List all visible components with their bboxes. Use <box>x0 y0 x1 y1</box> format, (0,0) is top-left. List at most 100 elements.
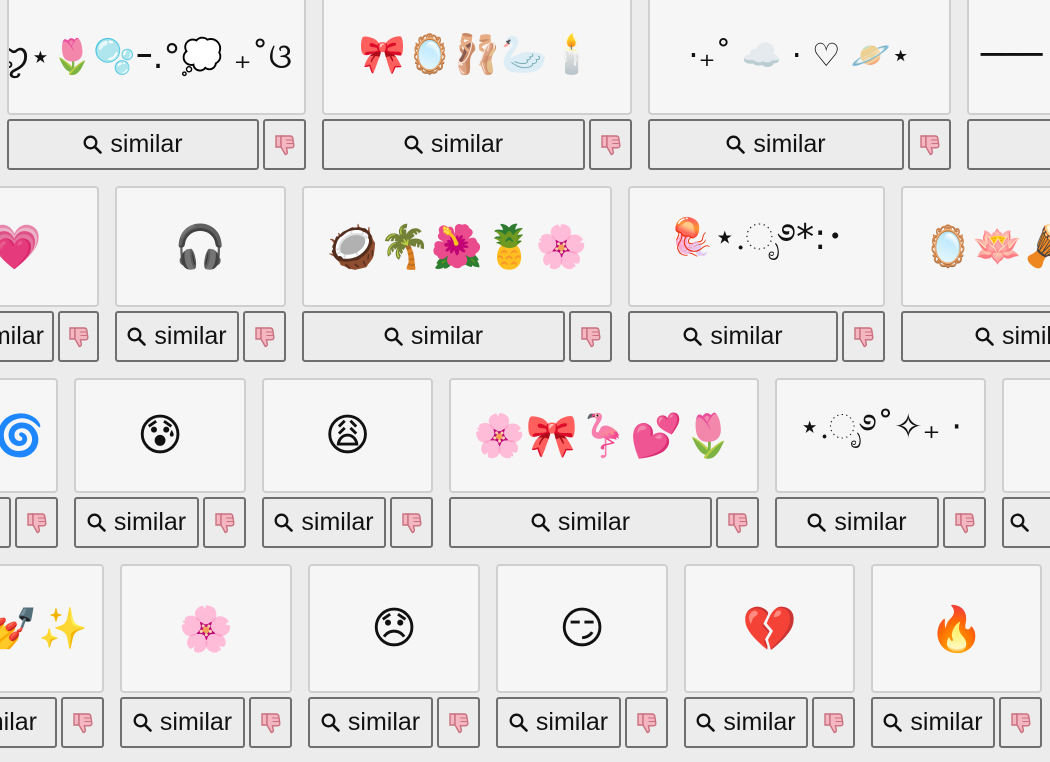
similar-button[interactable]: similar <box>7 119 259 170</box>
similar-button[interactable] <box>967 119 1050 170</box>
similar-button[interactable]: similar <box>0 311 54 362</box>
emoji-combo-card[interactable]: 🌸 <box>120 564 292 693</box>
emoji-combo-card[interactable]: ꨄ⋆🌷🫧ｰ.°💭 ₊˚ଓ <box>7 0 306 115</box>
dislike-button[interactable] <box>716 497 759 548</box>
similar-button[interactable]: similar <box>449 497 712 548</box>
similar-label: similar <box>723 708 796 736</box>
magnifier-icon <box>321 713 340 732</box>
magnifier-icon <box>384 327 403 346</box>
emoji-combo-card[interactable]: 🎧 <box>115 186 286 307</box>
similar-button[interactable]: similar <box>302 311 565 362</box>
dislike-button[interactable] <box>437 697 480 748</box>
magnifier-icon <box>975 327 994 346</box>
thumbs-down-icon <box>25 511 49 535</box>
similar-button[interactable]: similar <box>496 697 621 748</box>
dislike-button[interactable] <box>943 497 986 548</box>
emoji-combo-card[interactable]: 🪼⋆.ೃ࿔*:･ <box>628 186 885 307</box>
dislike-button[interactable] <box>263 119 306 170</box>
dislike-button[interactable] <box>203 497 246 548</box>
emoji-combo-card[interactable]: 😰 <box>74 378 246 493</box>
thumbs-down-icon <box>953 511 977 535</box>
thumbs-down-icon <box>599 133 623 157</box>
emoji-combo-card[interactable]: ·₊˚ ☁️ · ♡ 🪐⋆ <box>648 0 951 115</box>
similar-label: similar <box>910 708 983 736</box>
emoji-combo-card[interactable]: ⋆.ೃ࿔˚✧₊ · <box>775 378 986 493</box>
dislike-button[interactable] <box>999 697 1042 748</box>
dislike-button[interactable] <box>812 697 855 748</box>
emoji-combo-card[interactable]: 😞 <box>308 564 480 693</box>
magnifier-icon <box>1010 513 1029 532</box>
thumbs-down-icon <box>213 511 237 535</box>
thumbs-down-icon <box>579 325 603 349</box>
thumbs-down-icon <box>400 511 424 535</box>
thumbs-down-icon <box>635 711 659 735</box>
dislike-button[interactable] <box>390 497 433 548</box>
magnifier-icon <box>274 513 294 532</box>
magnifier-icon <box>726 135 746 154</box>
similar-button[interactable]: similar <box>322 119 585 170</box>
emoji-combo-card[interactable]: 🥥🌴🌺🍍🌸 <box>302 186 612 307</box>
magnifier-icon <box>509 713 528 732</box>
similar-button[interactable]: similar <box>74 497 199 548</box>
thumbs-down-icon <box>253 325 277 349</box>
similar-button[interactable]: similar <box>871 697 995 748</box>
similar-button[interactable]: similar <box>775 497 939 548</box>
emoji-combo-card[interactable]: 🔥 <box>871 564 1042 693</box>
dislike-button[interactable] <box>908 119 951 170</box>
similar-button[interactable]: similar <box>308 697 433 748</box>
thumbs-down-icon <box>273 133 297 157</box>
magnifier-icon <box>883 713 903 732</box>
dislike-button[interactable] <box>15 497 58 548</box>
similar-label: similar <box>710 322 783 350</box>
thumbs-down-icon <box>822 711 846 735</box>
emoji-combo-card[interactable]: 🎀🪞🩰🦢🕯️ <box>322 0 632 115</box>
emoji-combo-card[interactable]: ─── <box>967 0 1050 115</box>
magnifier-icon <box>531 513 550 532</box>
dislike-button[interactable] <box>842 311 885 362</box>
similar-button[interactable]: similar <box>0 697 57 748</box>
magnifier-icon <box>87 513 106 532</box>
emoji-combo-card[interactable]: 🪞🪷🪘 <box>901 186 1050 307</box>
emoji-combo-card[interactable]: 💗 <box>0 186 99 307</box>
similar-label: similar <box>301 508 374 536</box>
emoji-combo-card[interactable] <box>1002 378 1050 493</box>
similar-label: similar <box>110 130 183 158</box>
similar-label: similar <box>347 708 421 736</box>
emoji-combo-card[interactable]: 🌸🎀🦩💕🌷 <box>449 378 759 493</box>
magnifier-icon <box>133 713 152 732</box>
thumbs-down-icon <box>1009 711 1033 735</box>
similar-label: similar <box>0 708 37 736</box>
dislike-button[interactable] <box>249 697 292 748</box>
similar-label: similar <box>753 130 826 158</box>
dislike-button[interactable] <box>61 697 104 748</box>
similar-button[interactable]: similar <box>628 311 838 362</box>
similar-label: similar <box>557 508 631 536</box>
emoji-combo-card[interactable]: 🌀 <box>0 378 58 493</box>
emoji-combo-card[interactable]: 😏 <box>496 564 668 693</box>
similar-label: similar <box>430 130 504 158</box>
similar-button[interactable]: similar <box>684 697 808 748</box>
similar-button[interactable]: similar <box>648 119 904 170</box>
dislike-button[interactable] <box>243 311 286 362</box>
thumbs-down-icon <box>71 711 95 735</box>
thumbs-down-icon <box>259 711 283 735</box>
emoji-combo-card[interactable]: 💔 <box>684 564 855 693</box>
magnifier-icon <box>404 135 423 154</box>
similar-button[interactable]: similar <box>115 311 239 362</box>
dislike-button[interactable] <box>589 119 632 170</box>
similar-button[interactable]: similar <box>120 697 245 748</box>
magnifier-icon <box>807 513 827 532</box>
magnifier-icon <box>696 713 716 732</box>
dislike-button[interactable] <box>58 311 99 362</box>
similar-button[interactable]: similar <box>901 311 1050 362</box>
similar-button[interactable] <box>0 497 11 548</box>
emoji-results-grid: ꨄ⋆🌷🫧ｰ.°💭 ₊˚ଓ similar 🎀🪞🩰🦢🕯️ similar ·₊˚ … <box>0 0 1050 762</box>
similar-button[interactable]: similar <box>262 497 386 548</box>
emoji-combo-card[interactable]: 💅✨ <box>0 564 104 693</box>
emoji-combo-card[interactable]: 😩 <box>262 378 433 493</box>
dislike-button[interactable] <box>569 311 612 362</box>
similar-label: similar <box>834 508 907 536</box>
similar-label: similar <box>113 508 187 536</box>
similar-button[interactable] <box>1002 497 1050 548</box>
dislike-button[interactable] <box>625 697 668 748</box>
